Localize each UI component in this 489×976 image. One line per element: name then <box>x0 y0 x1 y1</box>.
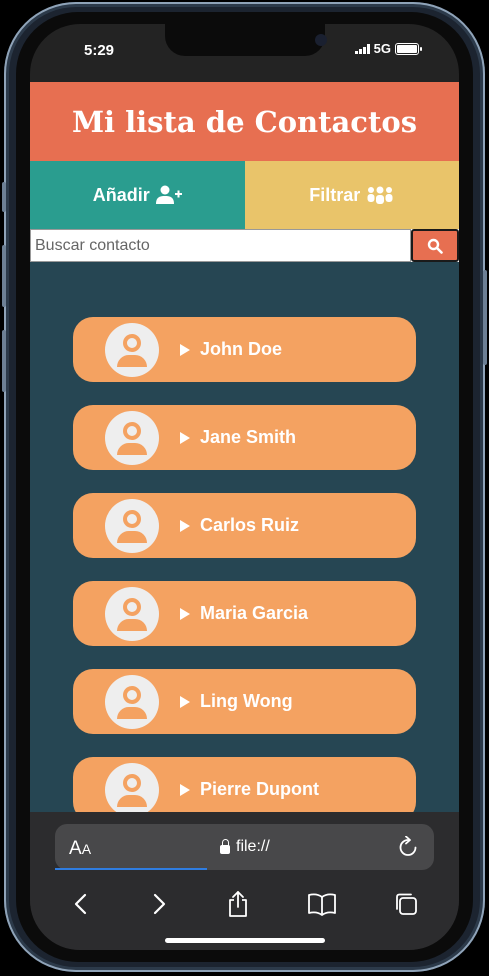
avatar-icon <box>105 762 159 812</box>
web-page[interactable]: Mi lista de Contactos Añadir Filtrar Bus… <box>30 82 459 812</box>
mute-switch <box>2 182 6 212</box>
url-display: file:// <box>220 838 270 856</box>
users-icon <box>367 186 393 204</box>
signal-icon <box>354 43 370 54</box>
filter-label: Filtrar <box>309 184 361 205</box>
network-label: 5G <box>373 41 391 56</box>
contact-name: Ling Wong <box>200 691 293 711</box>
contact-name: Jane Smith <box>200 427 297 447</box>
browser-toolbar: AA file:// <box>30 812 459 950</box>
add-contact-button[interactable]: Añadir <box>30 161 245 229</box>
user-plus-icon <box>155 185 182 204</box>
action-bar: Añadir Filtrar <box>30 161 459 229</box>
contact-name: Pierre Dupont <box>200 779 320 799</box>
avatar-icon <box>105 498 159 553</box>
back-icon[interactable] <box>70 892 92 916</box>
text-size-button[interactable]: AA <box>69 838 91 860</box>
contact-name: Carlos Ruiz <box>200 515 300 535</box>
lock-icon <box>220 838 230 854</box>
contact-item[interactable]: Ling Wong <box>73 669 416 734</box>
avatar-icon <box>105 410 159 465</box>
search-input[interactable] <box>30 229 411 262</box>
bookmarks-icon[interactable] <box>307 892 337 916</box>
contact-item[interactable]: Jane Smith <box>73 405 416 470</box>
contact-name: John Doe <box>200 339 283 359</box>
home-indicator <box>165 938 325 943</box>
caret-right-icon <box>180 607 190 620</box>
volume-up-button <box>2 245 6 307</box>
search-button[interactable] <box>411 229 459 262</box>
search-bar <box>30 229 459 262</box>
volume-down-button <box>2 330 6 392</box>
contact-item[interactable]: John Doe <box>73 317 416 382</box>
caret-right-icon <box>180 695 190 708</box>
battery-icon <box>395 42 422 55</box>
add-label: Añadir <box>92 184 150 205</box>
url-text: file:// <box>236 838 270 855</box>
browser-nav <box>30 884 459 924</box>
page-header: Mi lista de Contactos <box>30 82 459 161</box>
avatar-icon <box>105 674 159 729</box>
caret-right-icon <box>180 519 190 532</box>
reload-icon[interactable] <box>398 836 418 858</box>
contact-name: Maria Garcia <box>200 603 309 623</box>
avatar-icon <box>105 586 159 641</box>
tabs-icon[interactable] <box>393 891 419 917</box>
screen: 5:29 5G Mi lista de Contactos Añadir Fil <box>30 24 459 950</box>
filter-button[interactable]: Filtrar <box>244 161 459 229</box>
contact-item[interactable]: Pierre Dupont <box>73 757 416 812</box>
caret-right-icon <box>180 783 190 796</box>
avatar-icon <box>105 322 159 377</box>
contact-item[interactable]: Maria Garcia <box>73 581 416 646</box>
caret-right-icon <box>180 431 190 444</box>
camera-icon <box>315 34 327 46</box>
search-icon <box>427 238 443 254</box>
page-title: Mi lista de Contactos <box>71 104 418 139</box>
status-indicators: 5G <box>354 41 422 56</box>
contact-list: John Doe Jane Smith Carlos Ruiz Maria Ga… <box>30 262 459 812</box>
forward-icon[interactable] <box>148 892 170 916</box>
contact-item[interactable]: Carlos Ruiz <box>73 493 416 558</box>
power-button <box>483 270 487 365</box>
share-icon[interactable] <box>226 890 250 918</box>
caret-right-icon <box>180 343 190 356</box>
address-bar[interactable]: AA file:// <box>55 824 434 870</box>
status-time: 5:29 <box>84 42 115 59</box>
page-load-progress <box>55 868 207 870</box>
notch <box>165 24 327 56</box>
